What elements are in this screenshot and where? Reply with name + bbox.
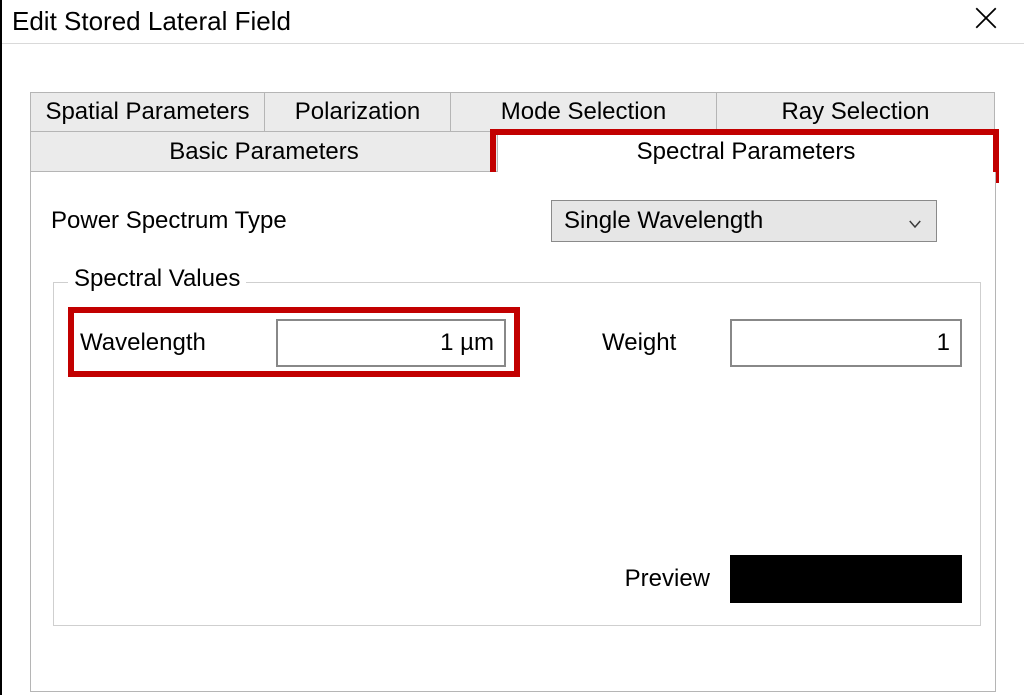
- tab-spatial-parameters[interactable]: Spatial Parameters: [30, 92, 265, 132]
- preview-row: Preview: [625, 555, 962, 603]
- close-icon: [973, 5, 999, 38]
- client-area: Spatial Parameters Polarization Mode Sel…: [2, 44, 1024, 695]
- spectral-values-row: Wavelength Weight: [72, 319, 962, 367]
- close-button[interactable]: [964, 0, 1008, 44]
- spectral-values-group: Spectral Values Wavelength Weight Previe…: [53, 282, 981, 626]
- wavelength-input[interactable]: [276, 319, 506, 367]
- tab-ray-selection[interactable]: Ray Selection: [717, 92, 995, 132]
- dialog-window: Edit Stored Lateral Field Spatial Parame…: [0, 0, 1024, 695]
- power-spectrum-type-label: Power Spectrum Type: [51, 207, 551, 235]
- tabstrip: Spatial Parameters Polarization Mode Sel…: [30, 92, 996, 172]
- tab-row-1: Spatial Parameters Polarization Mode Sel…: [30, 92, 996, 132]
- power-spectrum-type-dropdown[interactable]: Single Wavelength: [551, 200, 937, 242]
- weight-input[interactable]: [730, 319, 962, 367]
- spectral-values-legend: Spectral Values: [68, 265, 246, 293]
- tab-page-spectral: Power Spectrum Type Single Wavelength Sp…: [30, 172, 996, 692]
- wavelength-label: Wavelength: [72, 329, 276, 357]
- dropdown-value: Single Wavelength: [564, 207, 906, 235]
- titlebar: Edit Stored Lateral Field: [2, 0, 1024, 44]
- chevron-down-icon: [906, 212, 924, 230]
- tab-mode-selection[interactable]: Mode Selection: [451, 92, 717, 132]
- tab-basic-parameters[interactable]: Basic Parameters: [30, 132, 498, 172]
- tab-spectral-parameters[interactable]: Spectral Parameters: [498, 132, 995, 172]
- power-spectrum-type-row: Power Spectrum Type Single Wavelength: [51, 200, 967, 242]
- preview-label: Preview: [625, 565, 710, 593]
- tab-row-2: Basic Parameters Spectral Parameters: [30, 132, 996, 172]
- tab-polarization[interactable]: Polarization: [265, 92, 451, 132]
- weight-label: Weight: [602, 329, 730, 357]
- preview-swatch: [730, 555, 962, 603]
- window-title: Edit Stored Lateral Field: [12, 6, 964, 37]
